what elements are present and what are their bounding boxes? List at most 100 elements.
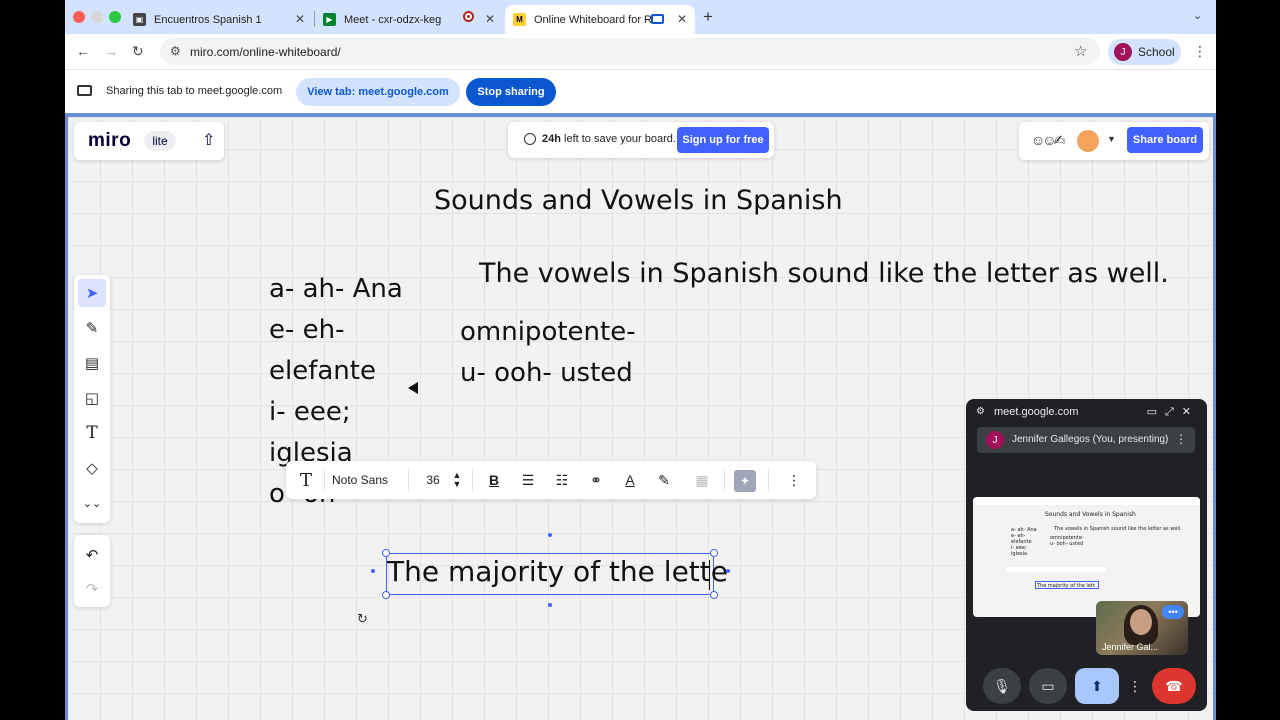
pip-window-controls[interactable]: ▭⤢✕ bbox=[1147, 405, 1199, 419]
microphone-icon[interactable]: 🎙 bbox=[983, 668, 1021, 704]
stop-sharing-button[interactable]: Stop sharing bbox=[466, 78, 556, 106]
connector-dot-bottom[interactable] bbox=[548, 603, 552, 607]
presenting-banner: J Jennifer Gallegos (You, presenting) ⋮ bbox=[977, 427, 1195, 453]
editing-text[interactable]: The majority of the lette bbox=[387, 555, 728, 588]
omni-text-block[interactable]: omnipotente- u- ooh- usted bbox=[460, 312, 636, 394]
tab-encuentros[interactable]: ▣ Encuentros Spanish 1 ✕ bbox=[125, 5, 313, 34]
meet-icon: ▶ bbox=[323, 13, 336, 26]
more-options-icon[interactable]: ⋮ bbox=[780, 461, 808, 499]
select-cursor-icon[interactable]: ➤ bbox=[78, 279, 106, 307]
browser-window: ▣ Encuentros Spanish 1 ✕ ▶ Meet - cxr-od… bbox=[65, 0, 1216, 720]
view-tab-button[interactable]: View tab: meet.google.com bbox=[296, 78, 460, 106]
whiteboard-canvas[interactable]: miro lite ⇧ 24h left to save your board.… bbox=[65, 113, 1216, 720]
share-board-button[interactable]: Share board bbox=[1127, 127, 1203, 153]
font-size-input[interactable]: 36 bbox=[420, 461, 446, 499]
undo-icon[interactable]: ↶ bbox=[78, 541, 106, 569]
speaking-indicator-icon: ••• bbox=[1162, 605, 1184, 619]
ai-assist-icon[interactable]: ✦ bbox=[734, 470, 756, 492]
resize-handle-bottom-left[interactable] bbox=[382, 591, 390, 599]
resize-handle-bottom-right[interactable] bbox=[710, 591, 718, 599]
save-message: 24h left to save your board. bbox=[542, 133, 676, 145]
bullet-list-icon[interactable]: ☷ bbox=[548, 461, 576, 499]
screen-share-icon bbox=[77, 85, 92, 96]
text-tool-icon[interactable]: T bbox=[78, 419, 106, 447]
creation-toolbar: ➤ ✎ ▤ ◱ T ◇ ⌄⌄ bbox=[74, 275, 110, 523]
camera-icon[interactable]: ▭ bbox=[1029, 668, 1067, 704]
resize-handle-top-right[interactable] bbox=[710, 549, 718, 557]
site-settings-icon[interactable]: ⚙ bbox=[976, 406, 985, 417]
chrome-menu-icon[interactable]: ⋮ bbox=[1193, 43, 1207, 60]
sticky-note-icon[interactable]: ◱ bbox=[78, 384, 106, 412]
export-icon[interactable]: ⇧ bbox=[202, 130, 215, 150]
vowel-line: a- ah- Ana bbox=[269, 274, 403, 304]
redo-icon[interactable]: ↷ bbox=[78, 575, 106, 603]
close-window-button[interactable] bbox=[73, 11, 85, 23]
forward-icon[interactable]: → bbox=[104, 43, 118, 59]
profile-button[interactable]: J School bbox=[1108, 39, 1181, 65]
tab-title: Meet - cxr-odzx-keg bbox=[344, 13, 442, 26]
self-name: Jennifer Gal... bbox=[1102, 642, 1159, 652]
mini-omni: omnipotente- u- ooh- usted bbox=[1050, 535, 1084, 547]
vowel-line: e- eh- bbox=[269, 315, 345, 345]
resize-handle-top-left[interactable] bbox=[382, 549, 390, 557]
connector-dot-right[interactable] bbox=[726, 569, 730, 573]
miro-favicon-icon: M bbox=[513, 13, 526, 26]
bookmark-star-icon[interactable]: ☆ bbox=[1074, 42, 1087, 60]
tab-miro[interactable]: M Online Whiteboard for Re ✕ bbox=[505, 5, 695, 34]
presenter-label: Jennifer Gallegos (You, presenting) bbox=[1012, 434, 1169, 445]
rotate-handle-icon[interactable]: ↻ bbox=[357, 611, 368, 627]
end-call-icon[interactable]: ☎ bbox=[1152, 668, 1196, 704]
text-caret bbox=[708, 560, 710, 590]
back-icon[interactable]: ← bbox=[76, 43, 90, 59]
new-tab-button[interactable]: + bbox=[703, 7, 713, 27]
font-size-stepper-icon[interactable]: ▲ ▼ bbox=[450, 461, 464, 499]
url-text[interactable]: miro.com/online-whiteboard/ bbox=[190, 45, 341, 59]
user-avatar[interactable] bbox=[1077, 130, 1099, 152]
maximize-window-button[interactable] bbox=[109, 11, 121, 23]
editing-text-box[interactable]: The majority of the lette bbox=[382, 549, 728, 599]
align-left-icon[interactable]: ☰ bbox=[514, 461, 542, 499]
minimize-window-button[interactable] bbox=[91, 11, 103, 23]
meet-pip-window: ⚙ meet.google.com ▭⤢✕ J Jennifer Gallego… bbox=[966, 399, 1207, 711]
more-options-icon[interactable]: ⋮ bbox=[1125, 668, 1145, 704]
connector-dot-top[interactable] bbox=[548, 533, 552, 537]
text-style-icon[interactable]: T bbox=[292, 461, 320, 499]
more-tools-chevron-icon[interactable]: ⌄⌄ bbox=[78, 489, 106, 517]
tab-search-button[interactable]: ⌄ bbox=[1193, 9, 1202, 22]
toolbar-divider bbox=[408, 469, 409, 491]
tab-title: Online Whiteboard for Re bbox=[534, 13, 652, 26]
shapes-icon[interactable]: ◇ bbox=[78, 454, 106, 482]
tab-title: Encuentros Spanish 1 bbox=[154, 13, 262, 26]
connector-dot-left[interactable] bbox=[371, 569, 375, 573]
chevron-down-icon[interactable]: ▼ bbox=[1107, 134, 1116, 144]
tab-meet[interactable]: ▶ Meet - cxr-odzx-keg ✕ bbox=[315, 5, 503, 34]
close-tab-icon[interactable]: ✕ bbox=[295, 12, 305, 26]
save-message-rest: left to save your board. bbox=[560, 133, 676, 145]
text-color-icon[interactable]: A bbox=[616, 461, 644, 499]
board-heading[interactable]: Sounds and Vowels in Spanish bbox=[434, 185, 843, 216]
sign-up-button[interactable]: Sign up for free bbox=[677, 127, 769, 153]
omnibox[interactable]: ⚙ miro.com/online-whiteboard/ bbox=[160, 38, 1100, 65]
self-video-tile[interactable]: ••• Jennifer Gal... bbox=[1096, 601, 1188, 655]
reload-icon[interactable]: ↻ bbox=[132, 43, 144, 60]
bold-icon[interactable]: B bbox=[480, 461, 508, 499]
clock-icon bbox=[524, 133, 536, 145]
close-tab-icon[interactable]: ✕ bbox=[677, 12, 687, 26]
highlight-icon[interactable]: ✎ bbox=[650, 461, 678, 499]
fill-color-icon[interactable]: ▦ bbox=[688, 461, 716, 499]
frame-template-icon[interactable]: ▤ bbox=[78, 349, 106, 377]
more-options-icon[interactable]: ⋮ bbox=[1175, 432, 1187, 446]
miro-logo[interactable]: miro bbox=[88, 130, 131, 152]
close-tab-icon[interactable]: ✕ bbox=[485, 12, 495, 26]
link-icon[interactable]: ⚭ bbox=[582, 461, 610, 499]
reactions-icon[interactable]: ☺☺✍ bbox=[1031, 132, 1065, 149]
save-time: 24h bbox=[542, 133, 561, 145]
site-info-icon[interactable]: ⚙ bbox=[170, 44, 181, 58]
address-bar: ← → ↻ ⚙ miro.com/online-whiteboard/ ☆ J … bbox=[65, 34, 1216, 69]
present-screen-icon[interactable]: ⬆ bbox=[1075, 668, 1119, 704]
mini-editing-text: The majority of the lett bbox=[1037, 583, 1095, 589]
pen-icon[interactable]: ✎ bbox=[78, 314, 106, 342]
board-sentence[interactable]: The vowels in Spanish sound like the let… bbox=[479, 258, 1169, 289]
shared-screen-preview: Sounds and Vowels in Spanish The vowels … bbox=[973, 497, 1200, 617]
font-family-select[interactable]: Noto Sans bbox=[332, 461, 402, 499]
